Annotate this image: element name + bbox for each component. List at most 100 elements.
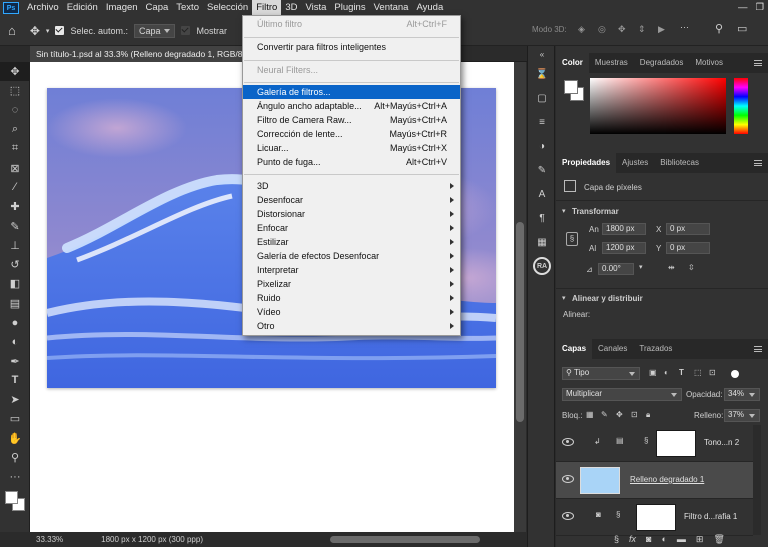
crop-tool-icon[interactable]: ⌗	[0, 139, 30, 158]
visibility-eye-icon[interactable]	[562, 475, 574, 483]
lock-position-icon[interactable]: ✥	[616, 410, 623, 419]
layer-row[interactable]: ↲ ▤ § Tono...n 2	[556, 425, 753, 462]
tab-swatches[interactable]: Muestras	[589, 53, 634, 73]
path-select-tool-icon[interactable]: ➤	[0, 390, 30, 409]
fill-field[interactable]: 37%	[724, 409, 760, 422]
auto-select-dropdown[interactable]: Capa	[133, 23, 176, 38]
filter-toggle-icon[interactable]	[731, 370, 739, 378]
filter-image-icon[interactable]: ▣	[649, 368, 657, 377]
tab-channels[interactable]: Canales	[592, 339, 633, 359]
panel-menu-icon[interactable]	[754, 346, 762, 352]
tab-patterns[interactable]: Motivos	[689, 53, 729, 73]
menu-item-vanishing-point[interactable]: Punto de fuga... Alt+Ctrl+V	[243, 155, 460, 169]
angle-field[interactable]: 0.00°	[598, 263, 634, 275]
tab-libraries[interactable]: Bibliotecas	[654, 153, 705, 173]
glyphs-icon[interactable]: ≡	[528, 110, 556, 134]
chevron-down-icon[interactable]: ▾	[562, 207, 566, 215]
menu-archivo[interactable]: Archivo	[23, 0, 63, 16]
menu-vista[interactable]: Vista	[301, 0, 330, 16]
menu-capa[interactable]: Capa	[142, 0, 173, 16]
height-field[interactable]: 1200 px	[602, 242, 646, 254]
tab-layers[interactable]: Capas	[556, 339, 593, 359]
foreground-color-swatch[interactable]	[5, 490, 18, 504]
menu-item-lens-correction[interactable]: Corrección de lente... Mayús+Ctrl+R	[243, 127, 460, 141]
menu-item-sharpen[interactable]: Enfocar	[243, 221, 460, 235]
menu-item-adaptive-wide-angle[interactable]: Ángulo ancho adaptable... Alt+Mayús+Ctrl+…	[243, 99, 460, 113]
auto-select-checkbox[interactable]	[55, 26, 65, 35]
menu-item-blur-gallery[interactable]: Galería de efectos Desenfocar	[243, 249, 460, 263]
menu-imagen[interactable]: Imagen	[102, 0, 142, 16]
more-options-icon[interactable]: ···	[680, 22, 689, 32]
menu-ayuda[interactable]: Ayuda	[412, 0, 447, 16]
eraser-tool-icon[interactable]: ◧	[0, 274, 30, 293]
pan-3d-icon[interactable]: ✥	[618, 24, 626, 35]
blur-tool-icon[interactable]: ●	[0, 313, 30, 332]
foreground-color-chip[interactable]	[564, 80, 578, 94]
marquee-tool-icon[interactable]: ⬚	[0, 81, 30, 100]
menu-item-distort[interactable]: Distorsionar	[243, 207, 460, 221]
orbit-3d-icon[interactable]: ◎	[598, 24, 606, 35]
eyedropper-tool-icon[interactable]: ⁄	[0, 178, 30, 197]
angle-dropdown-icon[interactable]: ▾	[639, 263, 643, 271]
vertical-scrollbar[interactable]	[514, 62, 526, 532]
transform-section-title[interactable]: Transformar	[572, 207, 619, 216]
color-picker-field[interactable]	[590, 78, 726, 134]
layer-name[interactable]: Filtro d...rafia 1	[684, 512, 737, 521]
character-icon[interactable]: A	[528, 182, 556, 206]
color-wheel-icon[interactable]: ◑	[528, 134, 556, 158]
new-group-icon[interactable]: ▬	[677, 534, 686, 547]
menu-ventana[interactable]: Ventana	[370, 0, 413, 16]
healing-brush-tool-icon[interactable]: ✚	[0, 197, 30, 216]
filter-type-icon[interactable]: T	[679, 368, 684, 377]
quick-select-tool-icon[interactable]: ⌕	[0, 120, 30, 139]
tab-paths[interactable]: Trazados	[633, 339, 678, 359]
menu-plugins[interactable]: Plugins	[330, 0, 369, 16]
avatar[interactable]: RA	[528, 254, 556, 278]
pen-tool-icon[interactable]: ✒	[0, 351, 30, 370]
libraries-icon[interactable]: ▦	[528, 230, 556, 254]
paragraph-icon[interactable]: ¶	[528, 206, 556, 230]
tab-color[interactable]: Color	[556, 53, 589, 73]
lock-image-icon[interactable]: ✎	[601, 410, 608, 419]
menu-item-stylize[interactable]: Estilizar	[243, 235, 460, 249]
chevron-down-icon[interactable]: ▾	[562, 294, 566, 302]
menu-item-convert-smart-filters[interactable]: Convertir para filtros inteligentes	[243, 40, 460, 54]
hand-tool-icon[interactable]: ✋	[0, 429, 30, 448]
brush-tool-icon[interactable]: ✎	[0, 216, 30, 235]
layer-name[interactable]: Tono...n 2	[704, 438, 739, 447]
hue-slider[interactable]	[734, 78, 748, 134]
lock-transparent-icon[interactable]: ▦	[586, 410, 594, 419]
lock-all-icon[interactable]: 🔒︎	[646, 410, 650, 420]
move-tool-icon[interactable]: ✥	[0, 62, 30, 82]
photoshop-logo-icon[interactable]: Ps	[3, 2, 19, 14]
lock-artboard-icon[interactable]: ⊡	[631, 410, 638, 419]
move-tool-icon[interactable]: ✥	[30, 24, 40, 38]
workspace-icon[interactable]: ▭	[737, 22, 747, 35]
blend-mode-dropdown[interactable]: Multiplicar	[562, 388, 682, 401]
filter-adjustment-icon[interactable]: ◐	[664, 368, 669, 377]
add-mask-icon[interactable]: ◙	[646, 534, 651, 547]
vertical-scroll-thumb[interactable]	[516, 222, 524, 422]
show-transform-checkbox[interactable]	[181, 26, 191, 35]
menu-item-video[interactable]: Vídeo	[243, 305, 460, 319]
opacity-field[interactable]: 34%	[724, 388, 760, 401]
clone-stamp-tool-icon[interactable]: ⊥	[0, 236, 30, 255]
frame-tool-icon[interactable]: ⊠	[0, 158, 30, 177]
layer-row-selected[interactable]: Relleno degradado 1	[556, 462, 753, 499]
zoom-tool-icon[interactable]: ⚲	[0, 448, 30, 467]
menu-item-blur[interactable]: Desenfocar	[243, 193, 460, 207]
panel-menu-icon[interactable]	[754, 160, 762, 166]
filter-shape-icon[interactable]: ⬚	[694, 368, 702, 377]
tab-properties[interactable]: Propiedades	[556, 153, 617, 173]
rectangle-tool-icon[interactable]: ▭	[0, 409, 30, 428]
align-section-title[interactable]: Alinear y distribuir	[572, 294, 643, 303]
new-adjustment-icon[interactable]: ◐	[661, 534, 666, 547]
more-tools-icon[interactable]: ···	[0, 467, 30, 486]
horizontal-scroll-thumb[interactable]	[330, 536, 480, 543]
menu-item-other[interactable]: Otro	[243, 319, 460, 333]
cube-3d-icon[interactable]: ◈	[578, 24, 585, 35]
video-camera-icon[interactable]: ▶	[658, 24, 665, 35]
menu-item-3d[interactable]: 3D	[243, 179, 460, 193]
type-tool-icon[interactable]: T	[0, 371, 30, 390]
menu-texto[interactable]: Texto	[172, 0, 203, 16]
